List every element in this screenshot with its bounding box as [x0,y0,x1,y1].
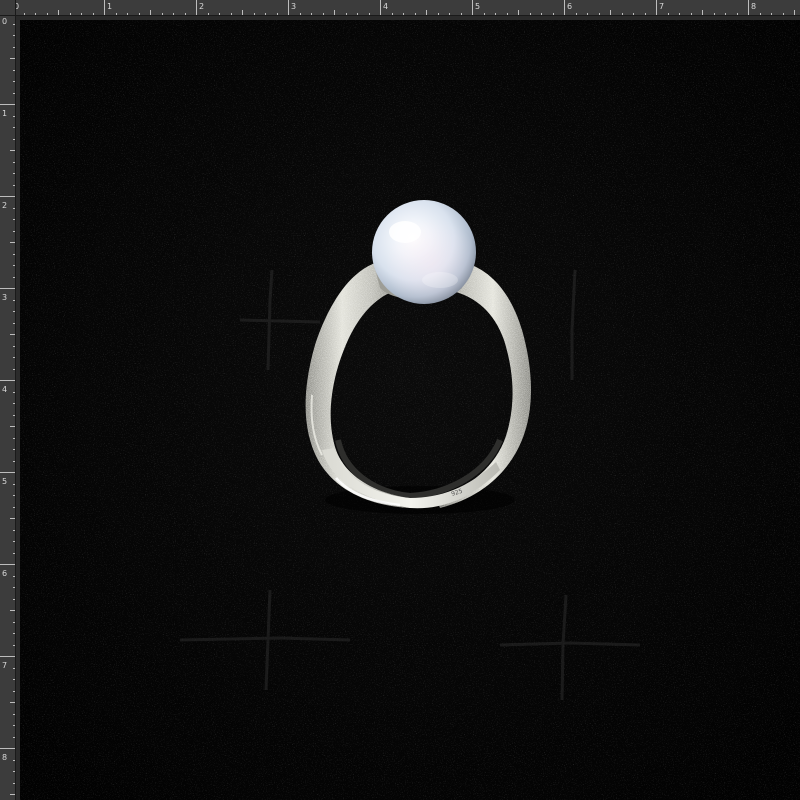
pearl [372,200,476,304]
ruler-left-label: 2 [2,201,7,210]
photo-pearl-ring: 925 [20,20,800,800]
ruler-left-label: 4 [2,385,7,394]
ruler-top-label: 3 [291,2,296,11]
ruler-top-label: 8 [751,2,756,11]
ruler-top-label: 6 [567,2,572,11]
vertical-ruler-graphic: 0 1 2 3 4 5 6 7 8 [0,17,15,795]
ruler-left-label: 8 [2,753,7,762]
vertical-ruler[interactable]: 0 1 2 3 4 5 6 7 8 [0,16,16,800]
ruler-left-label: 0 [2,17,7,26]
document-canvas[interactable]: 925 [20,20,800,800]
ruler-top-label: 0 [16,2,19,11]
horizontal-ruler[interactable]: 0 1 2 3 4 5 6 7 8 [16,0,800,16]
velvet-texture [20,20,800,800]
ruler-left-label: 7 [2,661,7,670]
ruler-top-label: 4 [383,2,388,11]
ruler-top-label: 5 [475,2,480,11]
ruler-top-label: 7 [659,2,664,11]
ruler-left-label: 1 [2,109,7,118]
ruler-left-label: 6 [2,569,7,578]
horizontal-ruler-graphic: 0 1 2 3 4 5 6 7 8 [16,0,795,15]
ruler-top-label: 1 [107,2,112,11]
image-window: 0 1 2 3 4 5 6 7 8 0 1 2 3 4 5 6 7 [0,0,800,800]
ruler-top-label: 2 [199,2,204,11]
ruler-left-label: 3 [2,293,7,302]
ruler-left-label: 5 [2,477,7,486]
ruler-corner [0,0,16,16]
